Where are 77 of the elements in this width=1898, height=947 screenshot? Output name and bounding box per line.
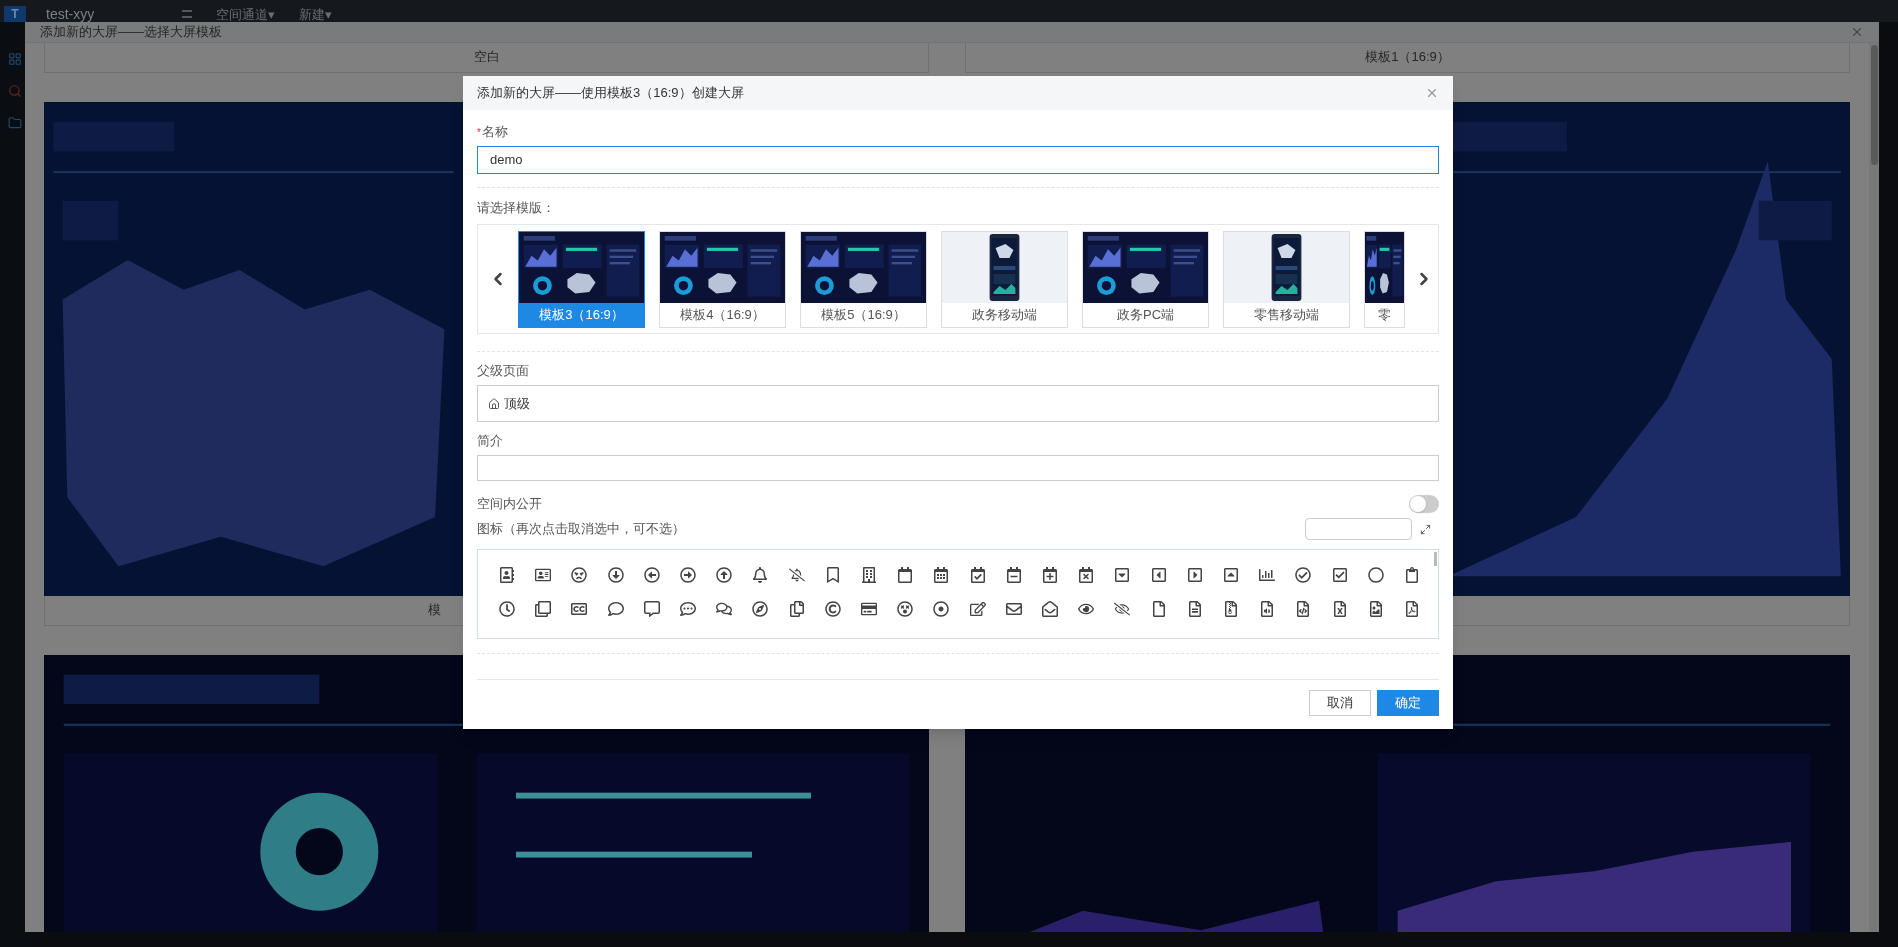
field-label: 父级页面 <box>477 362 530 380</box>
menu-dropdown[interactable]: 空间通道▾ <box>216 7 276 22</box>
menu-icon[interactable] <box>182 10 193 18</box>
clone-icon[interactable] <box>535 601 552 617</box>
template-card[interactable]: 零售移动端 <box>1223 230 1350 328</box>
bell-icon[interactable] <box>752 567 769 583</box>
template-caption: 空白 <box>44 42 929 73</box>
spreadsheet-file-icon[interactable] <box>1331 601 1348 617</box>
field-label: 请选择模版： <box>477 199 556 217</box>
comment-dots-icon[interactable] <box>680 601 697 617</box>
compass-icon[interactable] <box>752 601 769 617</box>
parent-select[interactable]: 顶级 <box>477 385 1439 422</box>
scrollbar-thumb[interactable] <box>1434 552 1437 566</box>
template-card[interactable]: 政务PC端 <box>1082 230 1209 328</box>
field-label: 简介 <box>477 432 504 450</box>
bell-slash-icon[interactable] <box>788 567 805 583</box>
template-card[interactable]: 零 <box>1364 230 1405 328</box>
copyright-icon[interactable] <box>824 601 841 617</box>
calendar-cross-icon[interactable] <box>1078 567 1095 583</box>
template-card[interactable]: 模板5（16:9） <box>800 230 927 328</box>
envelope-icon[interactable] <box>1005 601 1022 617</box>
comment-icon[interactable] <box>607 601 624 617</box>
intro-input[interactable] <box>477 455 1439 481</box>
eye-icon[interactable] <box>1078 601 1095 617</box>
parent-value: 顶级 <box>504 394 530 413</box>
building-icon[interactable] <box>861 567 877 583</box>
archive-file-icon[interactable] <box>1222 601 1239 617</box>
template-card[interactable]: 模板3（16:9） <box>518 230 645 328</box>
template-caption: 模板1（16:9） <box>965 42 1850 73</box>
clock-icon[interactable] <box>499 601 516 617</box>
comments-icon[interactable] <box>716 601 733 617</box>
cancel-button[interactable]: 取消 <box>1309 690 1371 716</box>
required-mark: * <box>477 125 481 140</box>
dialog-title: 添加新的大屏——使用模板3（16:9）创建大屏 <box>477 84 744 103</box>
home-icon <box>488 397 500 410</box>
scrollbar-thumb[interactable] <box>1870 44 1878 165</box>
name-input[interactable]: demo <box>477 146 1439 174</box>
field-label: 名称 <box>481 123 508 142</box>
template-card[interactable]: 政务移动端 <box>941 230 1068 328</box>
icon-search-input[interactable] <box>1305 518 1412 540</box>
code-file-icon[interactable] <box>1295 601 1312 617</box>
calendar-icon[interactable] <box>897 567 914 583</box>
captions-icon[interactable] <box>571 601 588 617</box>
field-label: 空间内公开 <box>477 495 542 514</box>
angry-face-icon[interactable] <box>571 567 588 583</box>
template-card[interactable]: 模板4（16:9） <box>659 230 786 328</box>
envelope-open-icon[interactable] <box>1041 601 1058 617</box>
bookmark-icon[interactable] <box>824 567 841 583</box>
copy-icon[interactable] <box>788 601 805 617</box>
id-card-icon[interactable] <box>535 567 552 583</box>
image-file-icon[interactable] <box>1367 601 1384 617</box>
calendar-grid-icon[interactable] <box>933 567 950 583</box>
close-icon[interactable] <box>1425 86 1439 100</box>
dizzy-face-icon[interactable] <box>897 601 914 617</box>
clipboard-icon[interactable] <box>1403 567 1420 583</box>
toggle-switch[interactable] <box>1409 495 1439 513</box>
calendar-minus-icon[interactable] <box>1005 567 1022 583</box>
address-book-icon[interactable] <box>499 567 516 583</box>
pdf-file-icon[interactable] <box>1403 601 1420 617</box>
space-title: test-xyy <box>46 6 95 22</box>
edit-icon[interactable] <box>969 601 986 617</box>
template-caption: 模板3（16:9） <box>519 302 644 327</box>
calendar-check-icon[interactable] <box>969 567 986 583</box>
expand-icon[interactable] <box>1420 523 1431 535</box>
dialog-title: 添加新的大屏——选择大屏模板 <box>40 23 222 41</box>
credit-card-icon[interactable] <box>861 601 877 617</box>
app-logo: T <box>4 6 26 22</box>
file-icon[interactable] <box>1150 601 1167 617</box>
confirm-button[interactable]: 确定 <box>1377 690 1439 716</box>
audio-file-icon[interactable] <box>1259 601 1276 617</box>
speech-box-icon[interactable] <box>643 601 660 617</box>
field-label: 图标（再次点击取消选中，可不选） <box>477 520 686 539</box>
calendar-plus-icon[interactable] <box>1041 567 1058 583</box>
eye-slash-icon[interactable] <box>1114 601 1131 617</box>
menu-dropdown[interactable]: 新建▾ <box>299 7 333 22</box>
bar-chart-icon[interactable] <box>1259 567 1276 583</box>
text-file-icon[interactable] <box>1186 601 1203 617</box>
